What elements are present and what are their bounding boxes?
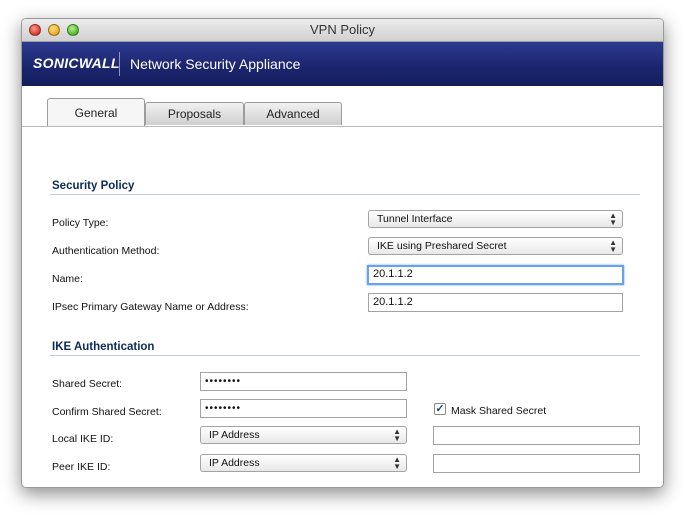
header-banner: SONICWALL Network Security Appliance	[22, 42, 663, 86]
up-down-arrows-icon: ▲ ▼	[609, 238, 617, 254]
gateway-label: IPsec Primary Gateway Name or Address:	[52, 301, 249, 313]
confirm-secret-input[interactable]: ••••••••	[200, 399, 407, 418]
confirm-secret-label: Confirm Shared Secret:	[52, 406, 162, 418]
policy-type-select[interactable]: Tunnel Interface ▲ ▼	[368, 210, 623, 228]
window-title: VPN Policy	[309, 22, 376, 37]
peer-ike-id-type-select[interactable]: IP Address ▲ ▼	[200, 454, 407, 472]
shared-secret-label: Shared Secret:	[52, 378, 123, 390]
tab-strip: General Proposals Advanced	[22, 86, 663, 127]
policy-type-label: Policy Type:	[52, 217, 109, 229]
local-ike-id-label: Local IKE ID:	[52, 433, 114, 445]
peer-ike-id-input[interactable]	[433, 454, 640, 473]
up-down-arrows-icon: ▲ ▼	[393, 455, 401, 471]
up-down-arrows-icon: ▲ ▼	[393, 427, 401, 443]
general-tab-content: Security Policy Policy Type: Tunnel Inte…	[22, 127, 663, 487]
local-ike-id-type-value: IP Address	[209, 429, 260, 441]
section-divider	[50, 355, 640, 356]
ike-authentication-heading: IKE Authentication	[52, 341, 155, 353]
tab-advanced[interactable]: Advanced	[244, 102, 342, 125]
section-divider	[50, 194, 640, 195]
peer-ike-id-type-value: IP Address	[209, 457, 260, 469]
tab-general[interactable]: General	[47, 98, 145, 126]
app-name: Network Security Appliance	[130, 56, 301, 72]
local-ike-id-input[interactable]	[433, 426, 640, 445]
mask-secret-label: Mask Shared Secret	[451, 405, 547, 417]
auth-method-label: Authentication Method:	[52, 245, 160, 257]
auth-method-value: IKE using Preshared Secret	[377, 240, 507, 252]
peer-ike-id-label: Peer IKE ID:	[52, 461, 111, 473]
mask-secret-checkbox[interactable]: ✓	[434, 403, 446, 415]
vpn-policy-window: VPN Policy SONICWALL Network Security Ap…	[21, 18, 664, 488]
security-policy-heading: Security Policy	[52, 180, 135, 192]
name-input[interactable]: 20.1.1.2	[367, 265, 624, 285]
checkmark-icon: ✓	[435, 403, 445, 415]
auth-method-select[interactable]: IKE using Preshared Secret ▲ ▼	[368, 237, 623, 255]
up-down-arrows-icon: ▲ ▼	[609, 211, 617, 227]
name-label: Name:	[52, 273, 83, 285]
policy-type-value: Tunnel Interface	[377, 213, 453, 225]
local-ike-id-type-select[interactable]: IP Address ▲ ▼	[200, 426, 407, 444]
gateway-input[interactable]: 20.1.1.2	[368, 293, 623, 312]
title-bar[interactable]: VPN Policy	[22, 19, 663, 42]
banner-divider	[119, 52, 120, 76]
tab-proposals[interactable]: Proposals	[145, 102, 244, 125]
sonicwall-logo: SONICWALL	[33, 55, 120, 71]
shared-secret-input[interactable]: ••••••••	[200, 372, 407, 391]
